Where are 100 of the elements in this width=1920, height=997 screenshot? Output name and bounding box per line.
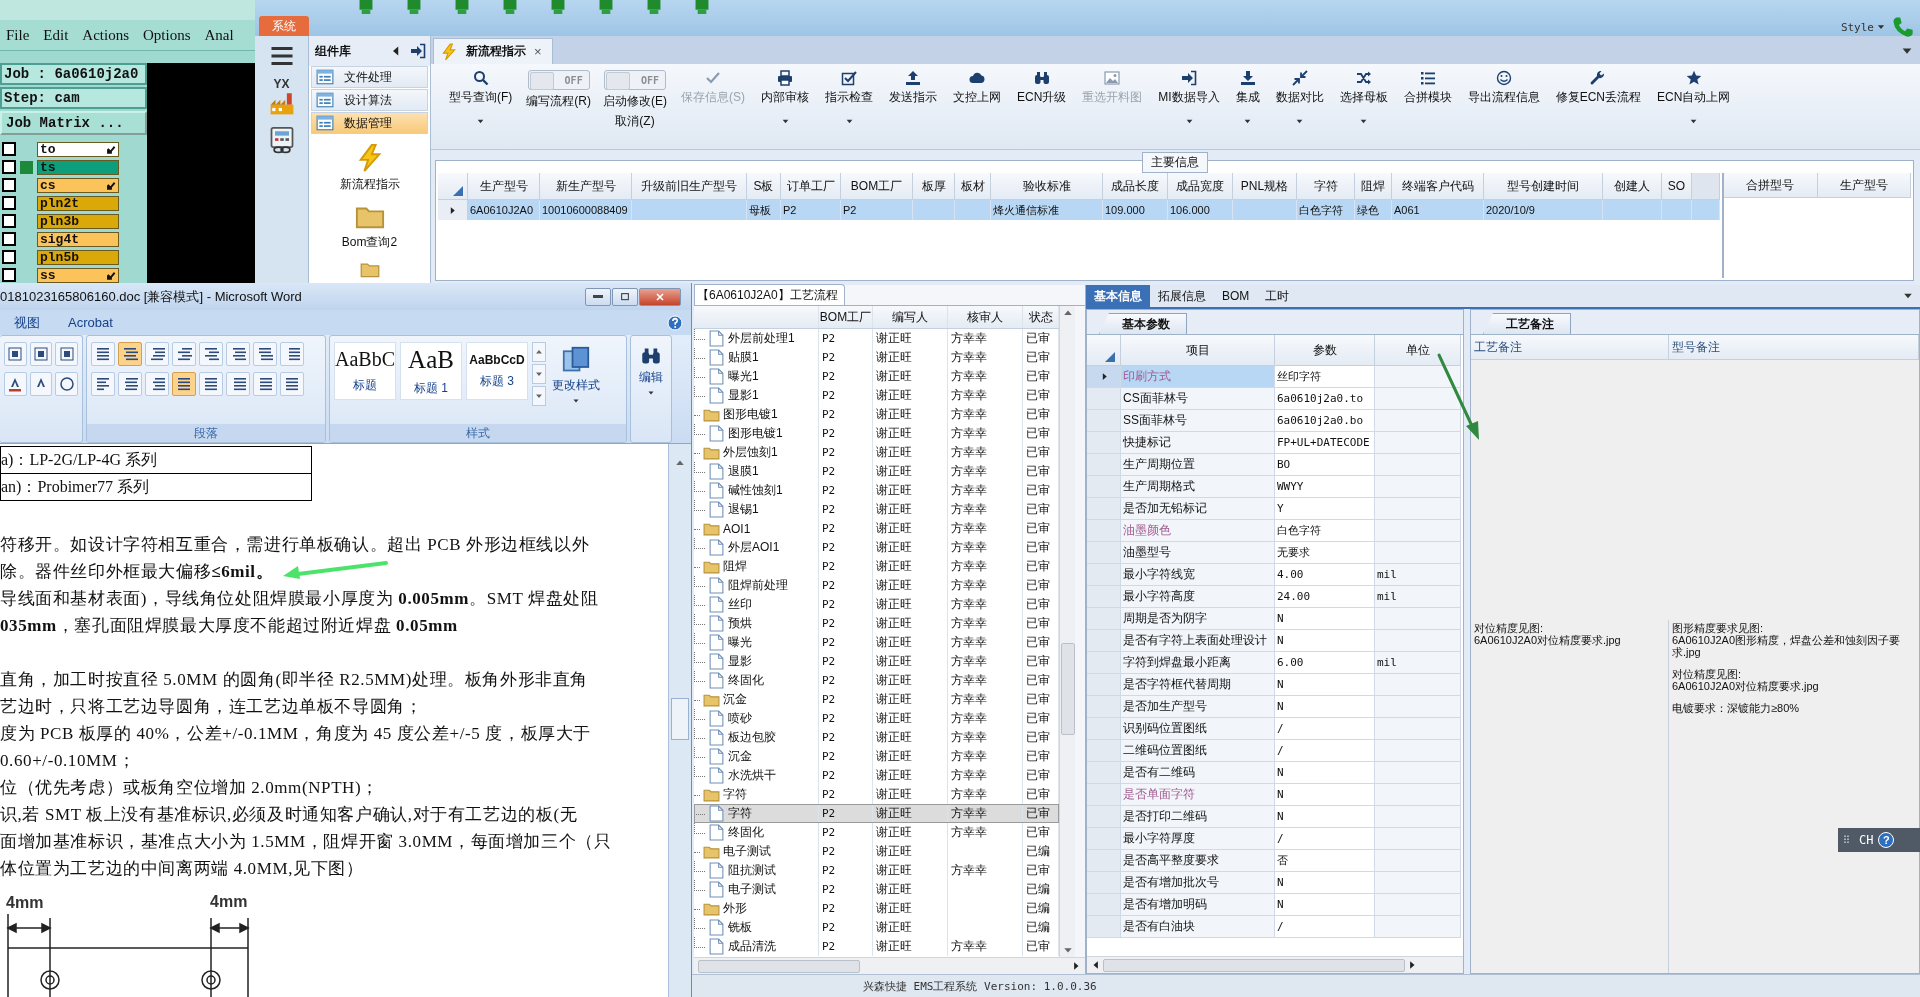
column-header[interactable]: 核审人 — [967, 308, 1003, 326]
tree-row[interactable]: 外形 P2 谢正旺 已编 — [694, 899, 1059, 918]
distributed-button[interactable] — [199, 372, 223, 396]
decrease-indent-button[interactable] — [172, 342, 196, 366]
language-indicator[interactable]: CH — [1859, 833, 1874, 847]
layer-checkbox[interactable] — [2, 178, 16, 192]
column-header[interactable]: 字符 — [1297, 173, 1355, 200]
layer-row[interactable]: pln5b — [0, 249, 147, 265]
column-header[interactable]: 状态 — [1028, 308, 1053, 326]
layer-checkbox[interactable] — [2, 142, 16, 156]
layer-checkbox[interactable] — [2, 232, 16, 246]
column-header[interactable]: 合拼型号 — [1724, 173, 1818, 198]
column-header[interactable]: 生产型号 — [468, 173, 540, 200]
panel-tab[interactable]: 基本参数 — [1099, 313, 1187, 334]
column-header[interactable]: 成品长度 — [1103, 173, 1168, 200]
library-item[interactable]: 文件处理 — [311, 66, 428, 88]
toolbar-button[interactable]: MI数据导入 — [1152, 68, 1226, 128]
tree-row[interactable]: 沉金 P2 谢正旺 方幸幸 已审 — [694, 747, 1059, 766]
menu-item[interactable]: Options — [143, 26, 191, 44]
shading-button[interactable] — [253, 372, 277, 396]
column-header[interactable]: 编写人 — [892, 308, 928, 326]
layer-row[interactable]: sig4t — [0, 231, 147, 247]
style-menu[interactable]: Style — [1840, 20, 1886, 34]
panel-tab[interactable]: 【6A0610J2A0】工艺流程 — [694, 284, 845, 305]
tree-row[interactable]: 曝光1 P2 谢正旺 方幸幸 已审 — [694, 367, 1059, 386]
tree-row[interactable]: 沉金 P2 谢正旺 方幸幸 已审 — [694, 690, 1059, 709]
tree-row[interactable]: 阻焊前处理 P2 谢正旺 方幸幸 已审 — [694, 576, 1059, 595]
scrollbar[interactable] — [694, 957, 1085, 974]
tree-row[interactable]: 喷砂 P2 谢正旺 方幸幸 已审 — [694, 709, 1059, 728]
layer-item[interactable]: pln3b — [37, 213, 119, 229]
layer-row[interactable]: pln2t — [0, 195, 147, 211]
tool-item[interactable]: 新流程指示 — [309, 143, 430, 193]
scrollbar-thumb[interactable] — [1060, 643, 1075, 735]
tree-row[interactable]: 图形电镀1 P2 谢正旺 方幸幸 已审 — [694, 405, 1059, 424]
tab[interactable]: 工时 — [1257, 285, 1298, 307]
style-tile[interactable]: AaB 标题 1 — [400, 342, 462, 400]
tree-row[interactable]: 阻焊 P2 谢正旺 方幸幸 已审 — [694, 557, 1059, 576]
tree-row[interactable]: 退锡1 P2 谢正旺 方幸幸 已审 — [694, 500, 1059, 519]
layer-item[interactable]: ts — [37, 159, 119, 175]
layer-row[interactable]: pln3b — [0, 213, 147, 229]
column-header[interactable]: 工艺备注 — [1471, 335, 1669, 360]
tree-row[interactable]: 预烘 P2 谢正旺 方幸幸 已审 — [694, 614, 1059, 633]
job-matrix-button[interactable]: Job Matrix ... — [0, 111, 147, 135]
tree-row[interactable]: 贴膜1 P2 谢正旺 方幸幸 已审 — [694, 348, 1059, 367]
column-header[interactable]: 终端客户代码 — [1392, 173, 1484, 200]
row-selector[interactable] — [438, 200, 468, 220]
toolbar-button[interactable]: 选择母板 — [1333, 68, 1394, 128]
tree-row[interactable]: 成品清洗 P2 谢正旺 方幸幸 已审 — [694, 937, 1059, 956]
menu-item[interactable]: Anal — [204, 26, 234, 44]
column-header[interactable]: 阻焊 — [1355, 173, 1392, 200]
tool-item[interactable]: Bom查询2 — [309, 201, 430, 251]
minimize-button[interactable] — [585, 287, 611, 306]
align-right-button[interactable] — [145, 372, 169, 396]
toolbar-button[interactable]: 型号查询(F) — [443, 68, 519, 128]
tab[interactable]: 基本信息 — [1086, 285, 1150, 307]
scrollbar-thumb[interactable] — [671, 698, 689, 740]
character-shading-button[interactable] — [29, 372, 53, 396]
tree-row[interactable]: 铣板 P2 谢正旺 已编 — [694, 918, 1059, 937]
column-header[interactable]: 升级前旧生产型号 — [632, 173, 747, 200]
tree-row[interactable]: 显影1 P2 谢正旺 方幸幸 已审 — [694, 386, 1059, 405]
phonetic-guide-button[interactable] — [29, 342, 53, 366]
maximize-button[interactable] — [612, 287, 638, 306]
column-header[interactable]: 型号创建时间 — [1484, 173, 1603, 200]
justify-button[interactable] — [172, 372, 196, 396]
row-selector[interactable] — [1087, 366, 1121, 388]
layer-checkbox[interactable] — [2, 214, 16, 228]
numbering-button[interactable] — [118, 342, 142, 366]
column-header[interactable]: 参数 — [1275, 335, 1375, 366]
menu-item[interactable]: Actions — [82, 26, 129, 44]
column-header[interactable]: 生产型号 — [1817, 173, 1911, 198]
library-item[interactable]: 数据管理 — [311, 112, 428, 134]
column-header[interactable]: 新生产型号 — [540, 173, 632, 200]
tree-row[interactable]: 外层前处理1 P2 谢正旺 方幸幸 已审 — [694, 329, 1059, 348]
tree-row[interactable]: 电子测试 P2 谢正旺 已编 — [694, 842, 1059, 861]
font-color-button[interactable] — [4, 372, 27, 396]
tree-row[interactable]: 曝光 P2 谢正旺 方幸幸 已审 — [694, 633, 1059, 652]
toolbar-button[interactable]: 数据对比 — [1269, 68, 1330, 128]
tree-row[interactable]: 退膜1 P2 谢正旺 方幸幸 已审 — [694, 462, 1059, 481]
layer-item[interactable]: to — [37, 141, 119, 157]
column-header[interactable]: BOM工厂 — [841, 173, 913, 200]
enclose-character-button[interactable] — [55, 372, 78, 396]
layer-item[interactable]: ss — [37, 267, 119, 283]
scrollbar[interactable] — [668, 444, 691, 997]
tree-row[interactable]: 水洗烘干 P2 谢正旺 方幸幸 已审 — [694, 766, 1059, 785]
tree-row[interactable]: 板边包胶 P2 谢正旺 方幸幸 已审 — [694, 728, 1059, 747]
line-spacing-button[interactable] — [226, 372, 250, 396]
column-header[interactable]: S板 — [747, 173, 781, 200]
layer-item[interactable]: sig4t — [37, 231, 119, 247]
gallery-scroll-button[interactable] — [532, 364, 546, 384]
toolbar-button[interactable]: 集成 — [1229, 68, 1266, 128]
tree-row[interactable]: 终固化 P2 谢正旺 方幸幸 已审 — [694, 671, 1059, 690]
layer-row[interactable]: ss — [0, 267, 147, 283]
column-header[interactable]: 验收标准 — [991, 173, 1103, 200]
style-tile[interactable]: AaBbCcD 标题 3 — [466, 342, 528, 400]
scrollbar[interactable] — [1059, 306, 1075, 957]
scrollbar-thumb[interactable] — [1103, 958, 1405, 972]
change-styles-button[interactable]: 更改样式 — [550, 342, 602, 424]
panel-tab[interactable]: 工艺备注 — [1483, 313, 1571, 334]
close-button[interactable] — [639, 287, 681, 306]
toolbar-button[interactable]: 文控上网 — [947, 68, 1007, 108]
